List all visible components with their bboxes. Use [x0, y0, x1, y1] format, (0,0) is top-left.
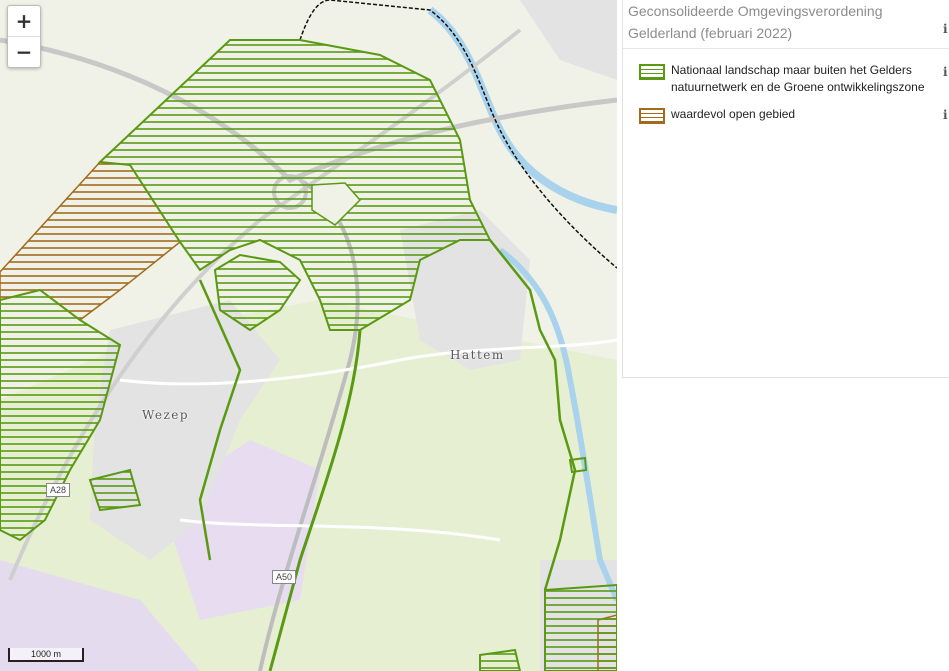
legend-item-info-icon[interactable]: i — [943, 65, 948, 79]
map-canvas[interactable]: Hattem Wezep A28 A50 + − 1000 m — [0, 0, 617, 671]
legend-divider — [623, 48, 949, 49]
legend-panel: Geconsolideerde Omgevingsverordening Gel… — [622, 0, 949, 378]
scale-bar: 1000 m — [8, 648, 84, 662]
legend-item-info-icon[interactable]: i — [943, 108, 948, 122]
legend-title: Geconsolideerde Omgevingsverordening Gel… — [628, 3, 883, 41]
road-label-a28: A28 — [46, 483, 71, 497]
zoom-in-button[interactable]: + — [8, 6, 40, 36]
legend-item-label: waardevol open gebied — [671, 107, 796, 121]
zoom-control: + − — [7, 5, 41, 68]
town-label-wezep: Wezep — [142, 408, 190, 422]
landscape-south — [479, 648, 522, 671]
landscape-southeast — [544, 583, 617, 671]
legend-item-open-area: waardevol open gebied — [639, 106, 939, 126]
legend-title-info-icon[interactable]: i — [943, 22, 948, 36]
legend-swatch-green — [639, 64, 665, 80]
road-label-a50: A50 — [272, 570, 297, 584]
legend-item-national-landscape: Nationaal landschap maar buiten het Geld… — [639, 62, 939, 98]
legend-item-label: Nationaal landschap maar buiten het Geld… — [671, 63, 925, 94]
map-layer — [0, 0, 617, 671]
town-label-hattem: Hattem — [450, 348, 505, 362]
zoom-out-button[interactable]: − — [8, 36, 40, 67]
legend-swatch-brown — [639, 108, 665, 124]
